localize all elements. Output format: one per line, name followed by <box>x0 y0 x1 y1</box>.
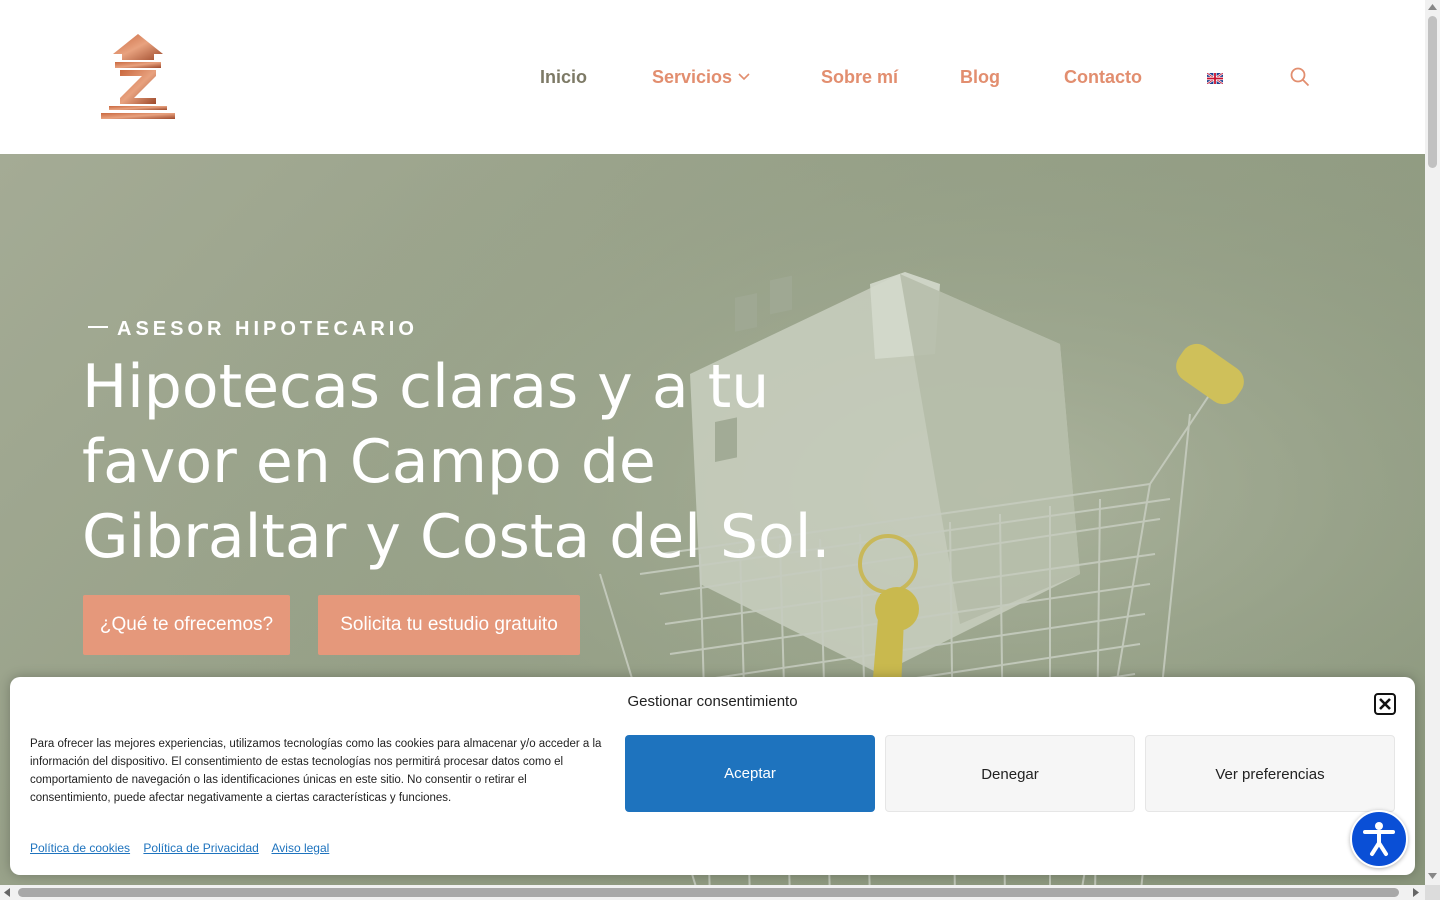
search-icon[interactable] <box>1290 67 1310 87</box>
uk-flag-icon[interactable] <box>1207 73 1223 84</box>
accept-button[interactable]: Aceptar <box>625 735 875 812</box>
nav-item-blog[interactable]: Blog <box>960 64 1000 90</box>
free-study-button[interactable]: Solicita tu estudio gratuito <box>318 595 580 655</box>
accessibility-icon <box>1363 822 1395 856</box>
site-header: Inicio Servicios Sobre mí Blog Contacto <box>0 0 1425 154</box>
nav-item-contacto[interactable]: Contacto <box>1064 64 1142 90</box>
accessibility-button[interactable] <box>1350 810 1408 868</box>
chevron-down-icon[interactable] <box>737 70 751 84</box>
consent-description: Para ofrecer las mejores experiencias, u… <box>30 738 602 804</box>
hero-eyebrow-text: ASESOR HIPOTECARIO <box>117 318 418 340</box>
scroll-down-icon[interactable] <box>1428 873 1437 879</box>
what-we-offer-button[interactable]: ¿Qué te ofrecemos? <box>83 595 290 655</box>
scroll-right-icon[interactable] <box>1413 888 1419 897</box>
scroll-left-icon[interactable] <box>4 888 10 897</box>
vertical-scrollbar-thumb[interactable] <box>1428 16 1437 168</box>
scrollbar-corner <box>1425 885 1440 900</box>
view-preferences-button[interactable]: Ver preferencias <box>1145 735 1395 812</box>
nav-item-inicio[interactable]: Inicio <box>540 64 587 90</box>
privacy-policy-link[interactable]: Política de Privacidad <box>143 841 258 855</box>
nav-item-sobre-mi[interactable]: Sobre mí <box>821 64 898 90</box>
hero-eyebrow: ASESOR HIPOTECARIO <box>88 318 418 341</box>
legal-notice-link[interactable]: Aviso legal <box>271 841 329 855</box>
consent-links: Política de cookies Política de Privacid… <box>30 841 339 855</box>
cookie-policy-link[interactable]: Política de cookies <box>30 841 130 855</box>
horizontal-scrollbar-thumb[interactable] <box>18 888 1399 897</box>
hero-title: Hipotecas claras y a tu favor en Campo d… <box>82 352 831 572</box>
scroll-up-icon[interactable] <box>1428 4 1437 10</box>
horizontal-scrollbar[interactable] <box>0 885 1425 900</box>
vertical-scrollbar[interactable] <box>1425 0 1440 885</box>
nav-item-servicios[interactable]: Servicios <box>652 64 732 90</box>
close-icon[interactable] <box>1374 693 1396 715</box>
main-nav: Inicio Servicios Sobre mí Blog Contacto <box>0 0 1425 154</box>
consent-title: Gestionar consentimiento <box>627 693 798 710</box>
deny-button[interactable]: Denegar <box>885 735 1135 812</box>
cookie-consent-banner: Gestionar consentimiento Para ofrecer la… <box>10 677 1415 875</box>
